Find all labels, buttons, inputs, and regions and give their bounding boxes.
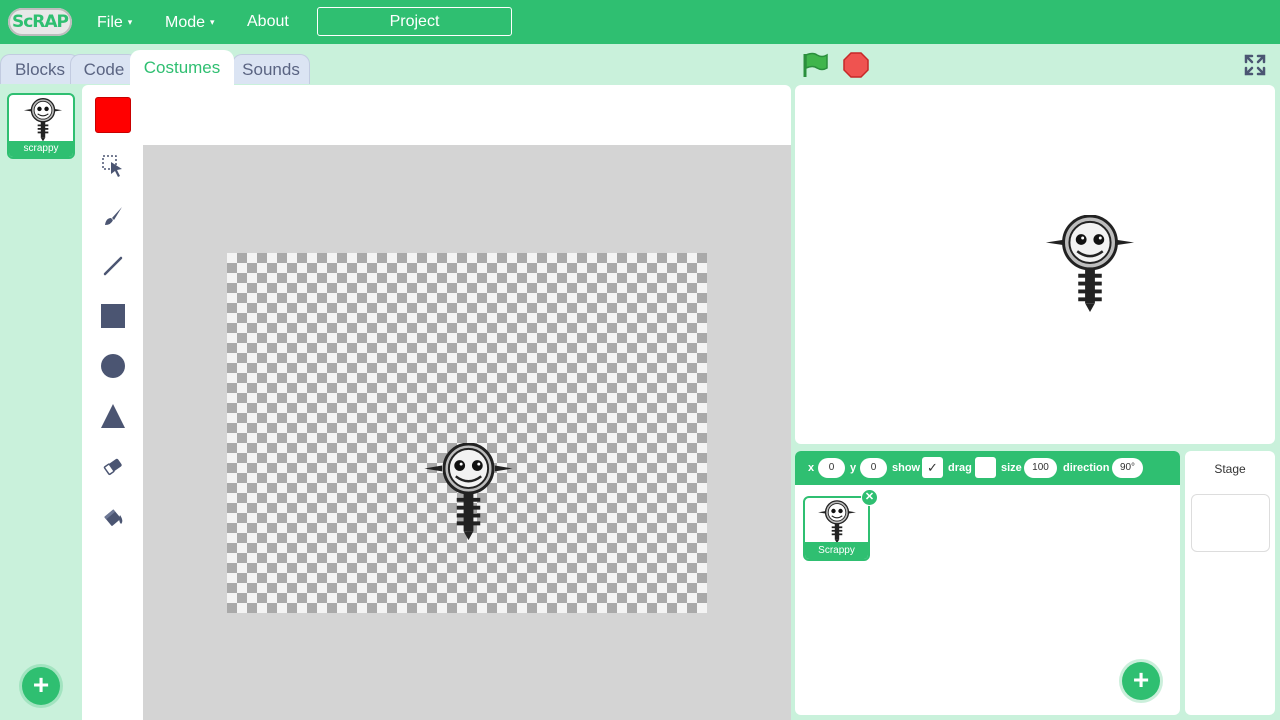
stage-label: Stage [1214, 462, 1246, 476]
costume-name: scrappy [9, 141, 73, 157]
eraser-icon[interactable] [100, 453, 126, 479]
stage[interactable] [795, 85, 1275, 444]
line-icon[interactable] [100, 253, 126, 279]
show-label: show [892, 462, 921, 474]
mode-menu-label: Mode [165, 14, 206, 31]
size-input[interactable]: 100 [1024, 458, 1057, 478]
file-menu[interactable]: File ▾ [97, 0, 132, 44]
x-input[interactable]: 0 [818, 458, 845, 478]
drag-label: drag [948, 462, 972, 474]
tab-blocks[interactable]: Blocks [0, 54, 80, 84]
about-menu[interactable]: About [247, 0, 289, 44]
scrap-logo[interactable]: ScRAP [8, 8, 72, 36]
select-icon[interactable] [100, 153, 126, 179]
paint-area [143, 145, 791, 720]
fill-color-swatch[interactable] [95, 97, 131, 133]
scrappy-sprite[interactable] [1045, 215, 1135, 313]
drag-checkbox[interactable] [975, 457, 996, 478]
sprite-name: Scrappy [805, 542, 868, 559]
chevron-down-icon: ▾ [210, 17, 215, 27]
stop-sign-icon[interactable] [843, 52, 869, 78]
stage-thumbnail[interactable] [1191, 494, 1270, 552]
drawing-canvas[interactable] [227, 253, 707, 613]
delete-sprite-button[interactable]: ✕ [861, 489, 878, 506]
scrappy-costume-drawing[interactable] [421, 443, 516, 541]
tab-sounds[interactable]: Sounds [232, 54, 310, 84]
sprite-info-bar: x 0 y 0 show ✓ drag size 100 direction 9… [795, 451, 1180, 485]
rectangle-icon[interactable] [100, 303, 126, 329]
show-checkbox[interactable]: ✓ [922, 457, 943, 478]
project-title-input[interactable]: Project [317, 7, 512, 36]
mode-menu[interactable]: Mode ▾ [165, 0, 215, 44]
stage-selector[interactable]: Stage [1185, 451, 1275, 715]
fullscreen-icon[interactable] [1244, 54, 1266, 76]
direction-input[interactable]: 90° [1112, 458, 1143, 478]
add-sprite-button[interactable]: + [1122, 662, 1160, 700]
scrappy-costume-thumbnail [23, 98, 63, 142]
chevron-down-icon: ▾ [127, 17, 133, 27]
green-flag-icon[interactable] [801, 52, 829, 78]
add-costume-button[interactable]: + [22, 667, 60, 705]
y-label: y [850, 462, 857, 474]
direction-label: direction [1063, 462, 1110, 474]
tab-costumes[interactable]: Costumes [130, 50, 234, 86]
paint-editor [82, 85, 791, 720]
file-menu-label: File [97, 14, 123, 31]
scrappy-sprite-thumbnail [818, 500, 856, 544]
costume-list: scrappy + [0, 85, 82, 720]
circle-icon[interactable] [100, 353, 126, 379]
size-label: size [1001, 462, 1022, 474]
fill-icon[interactable] [100, 503, 126, 529]
x-label: x [808, 462, 815, 474]
menu-bar: ScRAP File ▾ Mode ▾ About Project [0, 0, 1280, 44]
brush-icon[interactable] [100, 203, 126, 229]
triangle-icon[interactable] [100, 403, 126, 429]
sprite-panel: x 0 y 0 show ✓ drag size 100 direction 9… [795, 451, 1180, 715]
costume-card[interactable]: scrappy [7, 93, 75, 159]
tab-code[interactable]: Code [70, 54, 138, 84]
y-input[interactable]: 0 [860, 458, 887, 478]
sprite-card[interactable]: Scrappy [803, 496, 870, 561]
